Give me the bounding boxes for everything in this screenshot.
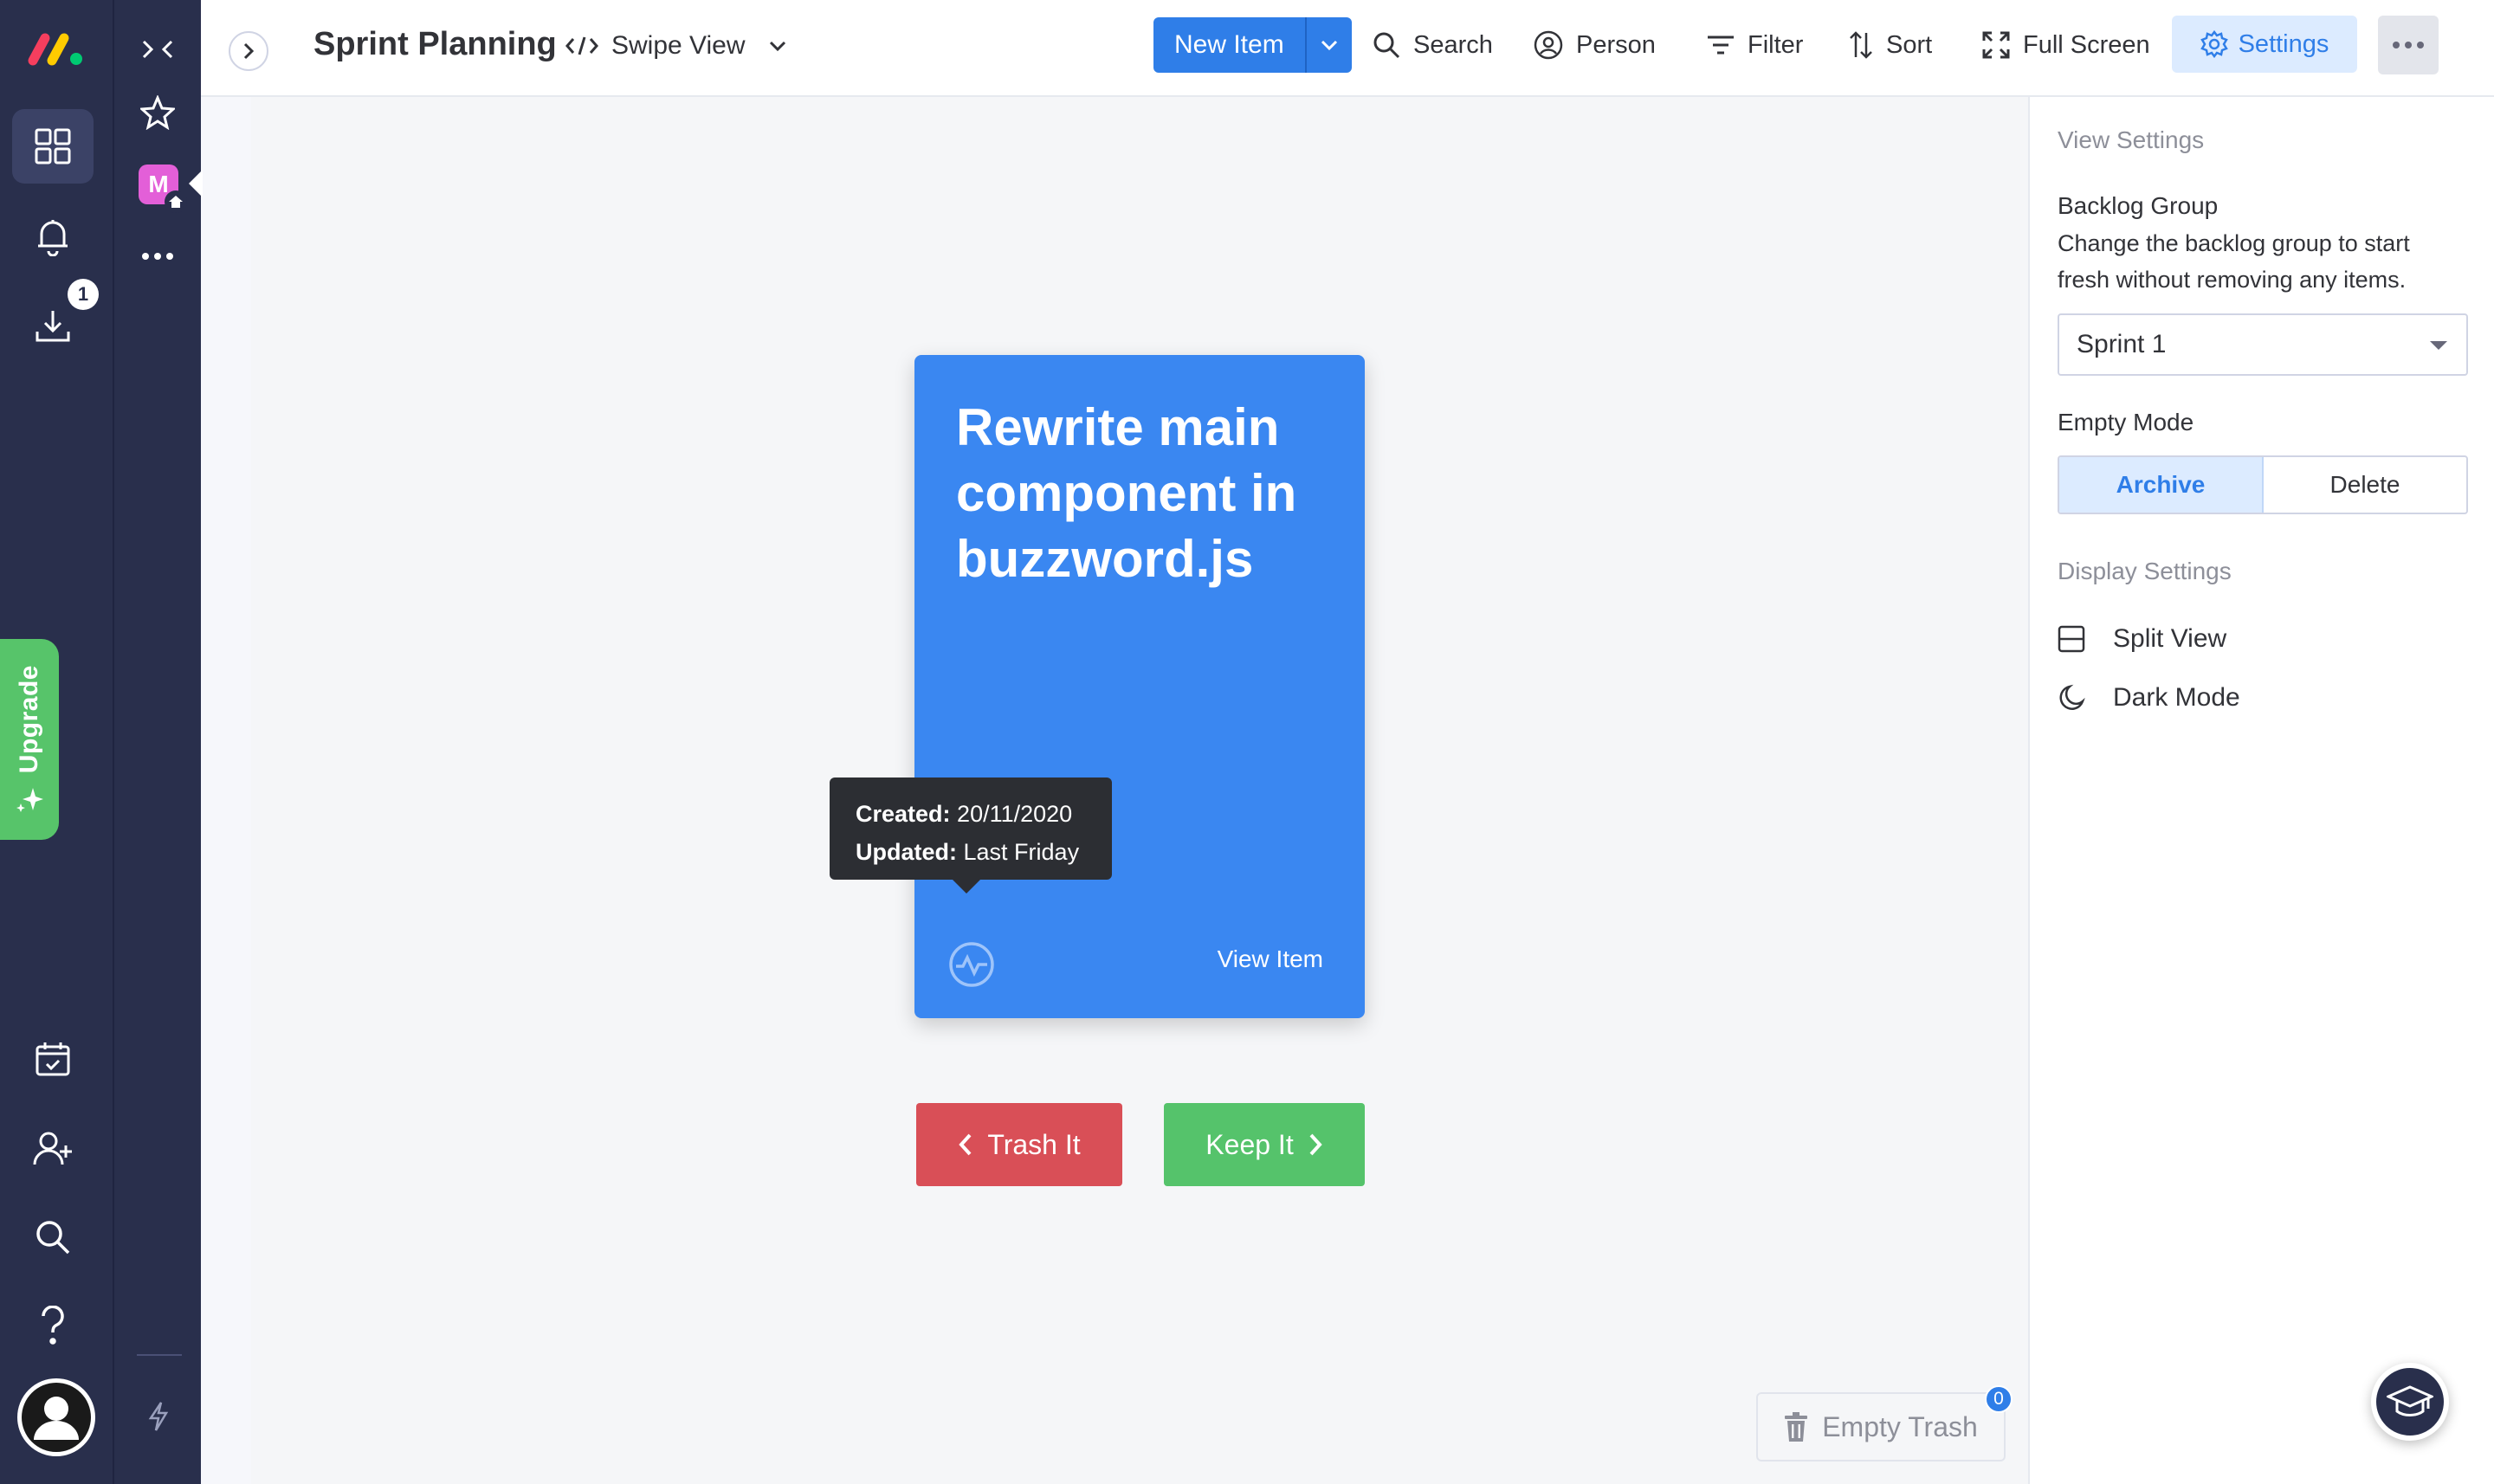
- dark-mode-label: Dark Mode: [2113, 683, 2240, 712]
- chevron-right-icon: [1308, 1132, 1323, 1157]
- gear-icon: [2200, 30, 2228, 58]
- chevron-down-icon: [768, 40, 787, 52]
- search-icon[interactable]: [12, 1200, 94, 1274]
- person-filter-button[interactable]: Person: [1533, 23, 1656, 68]
- monday-logo-icon[interactable]: [26, 26, 88, 69]
- updated-value: Last Friday: [963, 839, 1080, 865]
- empty-mode-label: Empty Mode: [2058, 409, 2194, 436]
- left-rail: 1 Upgrade: [0, 0, 113, 1484]
- new-item-button[interactable]: New Item: [1153, 17, 1305, 73]
- trash-can-icon: [1784, 1412, 1808, 1442]
- filter-label: Filter: [1748, 30, 1804, 59]
- created-value: 20/11/2020: [957, 801, 1073, 827]
- item-dates-tooltip: Created: 20/11/2020 Updated: Last Friday: [830, 777, 1112, 880]
- my-work-calendar-icon[interactable]: [12, 1022, 94, 1096]
- settings-label: Settings: [2238, 29, 2329, 58]
- workspace-divider: [137, 1354, 182, 1356]
- board-title[interactable]: Sprint Planning: [313, 26, 557, 63]
- expand-icon: [1981, 30, 2011, 60]
- sort-button[interactable]: Sort: [1848, 23, 1932, 68]
- view-settings-heading: View Settings: [2058, 126, 2205, 153]
- tooltip-arrow: [953, 880, 980, 894]
- code-icon: [565, 35, 599, 57]
- settings-button[interactable]: Settings: [2172, 16, 2357, 73]
- empty-trash-button[interactable]: Empty Trash: [1756, 1392, 2006, 1461]
- select-caret-icon: [2430, 341, 2447, 350]
- backlog-group-select[interactable]: Sprint 1: [2058, 313, 2468, 376]
- workspaces-grid-icon[interactable]: [12, 109, 94, 184]
- created-label: Created:: [856, 801, 951, 827]
- search-button[interactable]: Search: [1372, 23, 1493, 68]
- chevron-left-icon: [958, 1132, 973, 1157]
- lightning-icon[interactable]: [147, 1401, 170, 1432]
- filter-button[interactable]: Filter: [1706, 23, 1803, 68]
- sort-label: Sort: [1886, 30, 1933, 59]
- sparkle-icon: [16, 786, 43, 814]
- full-screen-button[interactable]: Full Screen: [1981, 23, 2150, 68]
- sort-icon: [1848, 31, 1874, 59]
- bell-icon[interactable]: [12, 199, 94, 274]
- updated-label: Updated:: [856, 839, 957, 865]
- board-header: Sprint Planning Swipe View New Item Sear…: [201, 0, 2494, 97]
- search-icon: [1372, 30, 1401, 60]
- inbox-count-badge: 1: [68, 279, 99, 310]
- expand-panel-button[interactable]: [229, 31, 268, 71]
- filter-icon: [1706, 34, 1735, 56]
- full-screen-label: Full Screen: [2023, 30, 2150, 59]
- favorites-star-icon[interactable]: [140, 95, 175, 130]
- backlog-group-description: Change the backlog group to start fresh …: [2058, 230, 2410, 293]
- search-label: Search: [1413, 30, 1493, 59]
- backlog-group-value: Sprint 1: [2077, 330, 2167, 358]
- home-icon: [165, 190, 187, 213]
- moon-icon: [2058, 684, 2085, 712]
- person-label: Person: [1576, 30, 1656, 59]
- invite-members-icon[interactable]: [12, 1112, 94, 1186]
- collapse-arrows-icon[interactable]: [140, 36, 175, 62]
- user-avatar[interactable]: [17, 1378, 95, 1456]
- swipe-canvas: Rewrite main component in buzzword.js Vi…: [251, 97, 2028, 1484]
- trash-it-button[interactable]: Trash It: [916, 1103, 1122, 1186]
- keep-it-label: Keep It: [1205, 1128, 1294, 1160]
- person-icon: [1533, 29, 1564, 61]
- trash-count-badge: 0: [1985, 1385, 2013, 1413]
- view-switcher[interactable]: Swipe View: [565, 26, 787, 66]
- empty-mode-archive[interactable]: Archive: [2059, 457, 2264, 513]
- created-line: Created: 20/11/2020: [856, 795, 1086, 833]
- updated-line: Updated: Last Friday: [856, 833, 1086, 871]
- activity-pulse-icon[interactable]: [947, 940, 996, 989]
- view-name: Swipe View: [611, 31, 746, 60]
- trash-it-label: Trash It: [987, 1128, 1081, 1160]
- upgrade-button[interactable]: Upgrade: [0, 639, 59, 840]
- empty-mode-delete[interactable]: Delete: [2264, 457, 2466, 513]
- split-view-label: Split View: [2113, 624, 2227, 653]
- settings-panel: View Settings Backlog Group Change the b…: [2028, 97, 2494, 1484]
- dark-mode-option[interactable]: Dark Mode: [2058, 679, 2240, 717]
- workspace-column: M: [113, 0, 201, 1484]
- new-item-button-group: New Item: [1153, 17, 1352, 73]
- empty-mode-toggle: Archive Delete: [2058, 455, 2468, 514]
- new-item-dropdown[interactable]: [1304, 17, 1352, 73]
- keep-it-button[interactable]: Keep It: [1164, 1103, 1365, 1186]
- card-title: Rewrite main component in buzzword.js: [956, 398, 1297, 588]
- empty-trash-label: Empty Trash: [1822, 1410, 1978, 1442]
- more-dots-icon: [2391, 41, 2426, 49]
- learning-center-button[interactable]: [2371, 1363, 2449, 1441]
- more-options-button[interactable]: [2378, 16, 2439, 74]
- swipe-item-card[interactable]: Rewrite main component in buzzword.js Vi…: [914, 355, 1365, 1018]
- upgrade-label: Upgrade: [15, 665, 43, 774]
- display-settings-heading: Display Settings: [2058, 558, 2232, 584]
- backlog-group-label: Backlog Group: [2058, 192, 2219, 219]
- split-view-option[interactable]: Split View: [2058, 620, 2226, 658]
- workspace-pointer: [189, 170, 203, 197]
- view-item-link[interactable]: View Item: [1218, 945, 1323, 973]
- more-dots-icon[interactable]: [140, 251, 175, 261]
- split-view-icon: [2058, 625, 2085, 653]
- graduation-cap-icon: [2387, 1384, 2433, 1419]
- help-question-icon[interactable]: [12, 1288, 94, 1363]
